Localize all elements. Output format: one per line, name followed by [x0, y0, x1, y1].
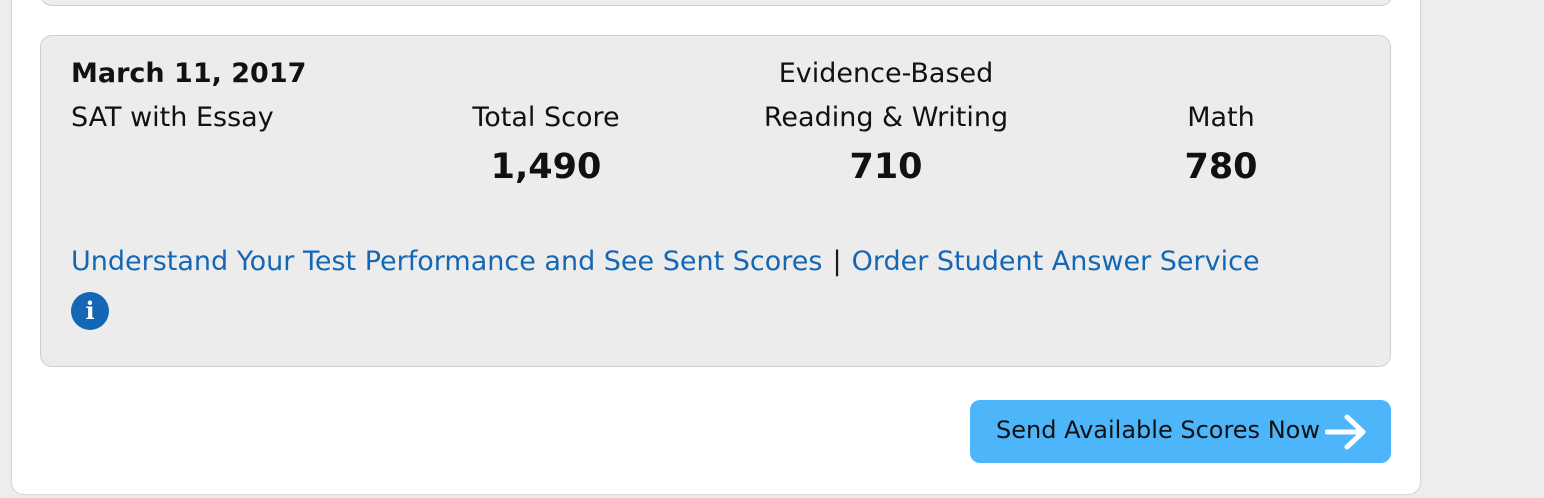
info-icon[interactable]: i [71, 292, 109, 330]
arrow-right-icon [1325, 414, 1366, 450]
ebrw-score-value: 710 [849, 147, 923, 187]
send-scores-label: Send Available Scores Now [996, 416, 1320, 444]
answer-service-link[interactable]: Order Student Answer Service [852, 246, 1260, 277]
math-score-value: 780 [1184, 147, 1258, 187]
total-score-value: 1,490 [490, 147, 602, 187]
total-score-column: Total Score 1,490 [446, 58, 646, 188]
test-date: March 11, 2017 [71, 58, 307, 89]
score-card: March 11, 2017 SAT with Essay Total Scor… [40, 35, 1391, 367]
score-links: Understand Your Test Performance and See… [71, 246, 1260, 277]
math-score-label-top [1141, 58, 1301, 102]
math-score-column: Math 780 [1141, 58, 1301, 188]
ebrw-score-label-top: Evidence-Based [778, 58, 994, 89]
math-score-label: Math [1187, 102, 1255, 133]
link-separator: | [832, 246, 842, 277]
ebrw-score-column: Evidence-Based Reading & Writing 710 [736, 58, 1036, 188]
previous-score-card [40, 0, 1393, 6]
send-scores-button[interactable]: Send Available Scores Now [970, 400, 1391, 463]
test-performance-link[interactable]: Understand Your Test Performance and See… [71, 246, 822, 277]
total-score-label-top [446, 58, 646, 102]
ebrw-score-label: Reading & Writing [763, 102, 1009, 133]
test-name: SAT with Essay [71, 102, 274, 133]
total-score-label: Total Score [472, 102, 620, 133]
